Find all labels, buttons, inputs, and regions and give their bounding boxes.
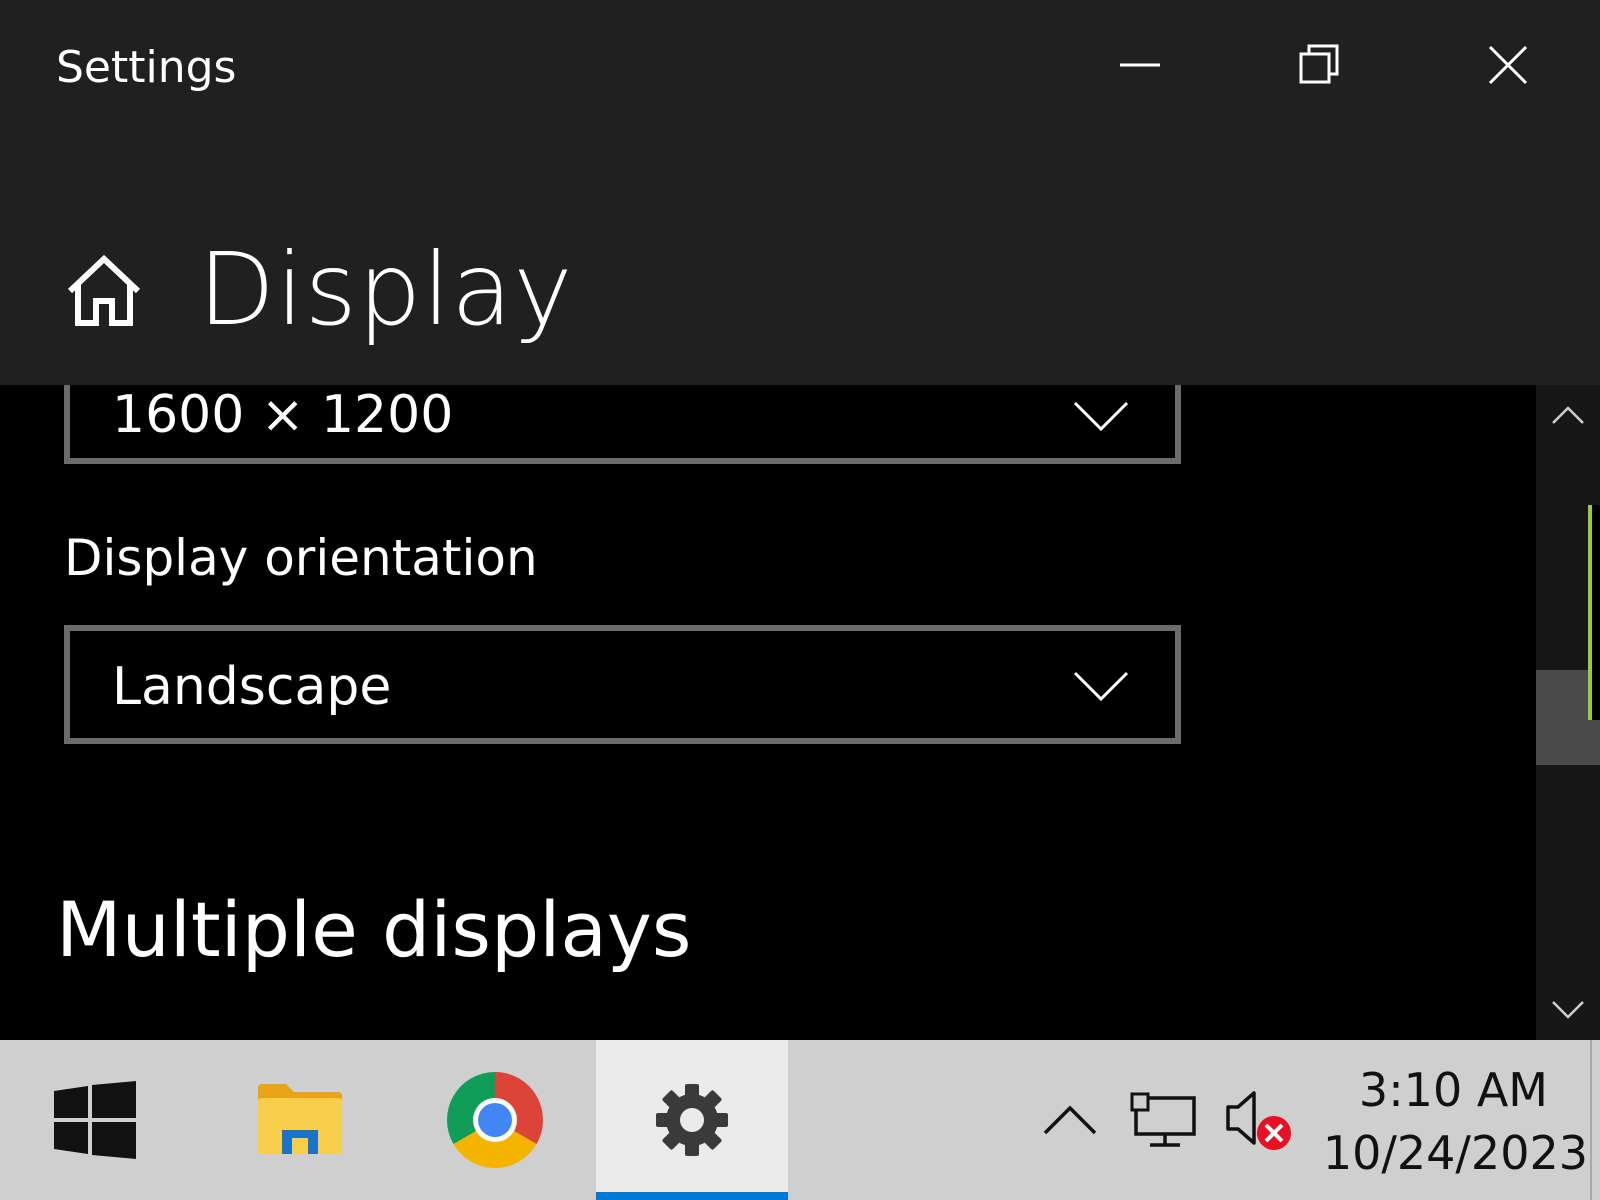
volume-button[interactable]	[1222, 1040, 1296, 1200]
page-header: Display	[0, 135, 1600, 385]
orientation-value: Landscape	[112, 657, 392, 717]
multiple-displays-heading: Multiple displays	[56, 885, 692, 974]
network-status-button[interactable]	[1126, 1040, 1202, 1200]
chevron-down-icon	[1073, 671, 1129, 702]
app-title: Settings	[56, 42, 237, 93]
network-icon	[1130, 1092, 1196, 1147]
chevron-up-icon	[1552, 406, 1584, 424]
active-app-indicator	[596, 1192, 788, 1200]
clock-date: 10/24/2023	[1322, 1126, 1588, 1180]
chevron-down-icon	[1552, 1001, 1584, 1019]
restore-icon	[1299, 44, 1339, 84]
minimize-icon	[1120, 63, 1160, 67]
windows-logo-icon	[54, 1081, 136, 1159]
display-orientation-label: Display orientation	[64, 529, 538, 587]
settings-window: Settings Display 1600 × 1200 Display ori…	[0, 0, 1600, 1040]
edge-accent	[1588, 505, 1600, 720]
chevron-up-icon	[1043, 1105, 1097, 1135]
settings-taskbar-button[interactable]	[596, 1040, 788, 1200]
chevron-down-icon	[1073, 401, 1129, 432]
folder-icon	[258, 1084, 342, 1154]
home-button[interactable]	[58, 245, 150, 337]
restore-button[interactable]	[1230, 20, 1410, 110]
chrome-button[interactable]	[400, 1040, 590, 1200]
home-icon	[67, 254, 141, 326]
gear-icon	[656, 1084, 728, 1156]
title-bar: Settings	[0, 0, 1600, 135]
file-explorer-button[interactable]	[210, 1040, 390, 1200]
show-hidden-icons-button[interactable]	[1038, 1040, 1102, 1200]
close-icon	[1488, 45, 1528, 85]
show-desktop-button[interactable]	[1590, 1040, 1592, 1200]
volume-muted-icon	[1226, 1091, 1291, 1150]
page-title: Display	[198, 231, 574, 348]
start-button[interactable]	[30, 1040, 160, 1200]
taskbar: 3:10 AM 10/24/2023	[0, 1040, 1600, 1200]
close-button[interactable]	[1418, 20, 1598, 110]
settings-content: 1600 × 1200 Display orientation Landscap…	[0, 385, 1536, 1040]
orientation-dropdown[interactable]: Landscape	[64, 625, 1181, 744]
minimize-button[interactable]	[1050, 20, 1230, 110]
taskbar-clock[interactable]: 3:10 AM 10/24/2023	[1318, 1060, 1588, 1186]
chrome-icon	[446, 1072, 544, 1169]
resolution-value: 1600 × 1200	[112, 385, 454, 445]
scroll-down-button[interactable]	[1536, 980, 1600, 1040]
resolution-dropdown[interactable]: 1600 × 1200	[64, 385, 1181, 464]
clock-time: 3:10 AM	[1358, 1063, 1548, 1117]
scroll-up-button[interactable]	[1536, 385, 1600, 445]
